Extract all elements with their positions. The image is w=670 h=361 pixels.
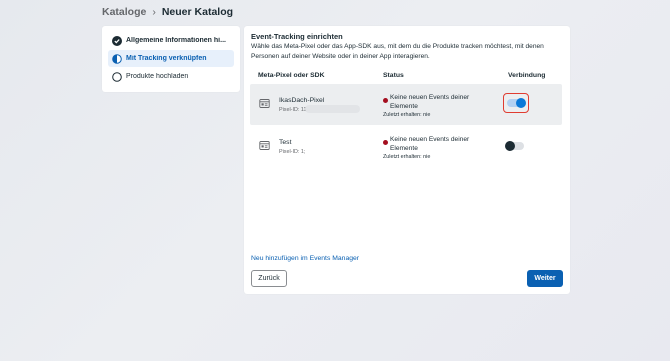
redacted-pixel-id: [305, 105, 360, 113]
column-header-status: Status: [383, 72, 404, 79]
table-row[interactable]: IkasDach-Pixel Pixel-ID: 11 Keine neuen …: [250, 84, 562, 125]
pixel-icon: [259, 141, 270, 150]
last-received: Zuletzt erhalten: nie: [383, 154, 431, 160]
steps-sidebar: Allgemeine Informationen hi... Mit Track…: [102, 26, 240, 92]
connection-toggle[interactable]: [505, 141, 524, 151]
back-button[interactable]: Zurück: [251, 270, 287, 287]
pixel-id: Pixel-ID: 1;: [279, 149, 306, 155]
half-circle-icon: [112, 53, 122, 64]
step-label: Mit Tracking verknüpfen: [126, 55, 207, 62]
pixel-icon: [259, 99, 270, 108]
add-in-events-manager-link[interactable]: Neu hinzufügen im Events Manager: [251, 255, 359, 262]
status-error-dot: [383, 140, 388, 145]
pixel-name: IkasDach-Pixel: [279, 97, 325, 104]
pixel-name: Test: [279, 139, 292, 146]
step-general-info[interactable]: Allgemeine Informationen hi...: [108, 32, 234, 49]
connection-toggle[interactable]: [507, 98, 526, 108]
page-title: Neuer Katalog: [161, 6, 234, 18]
column-header-name: Meta-Pixel oder SDK: [258, 72, 325, 79]
pixel-id: Pixel-ID: 11: [279, 107, 307, 113]
step-label: Produkte hochladen: [126, 73, 189, 80]
panel-description: Wähle das Meta-Pixel oder das App-SDK au…: [251, 43, 544, 60]
tracking-panel: Event-Tracking einrichten Wähle das Meta…: [244, 26, 570, 294]
breadcrumb-kataloge[interactable]: Kataloge: [102, 6, 146, 18]
empty-circle-icon: [112, 71, 122, 82]
step-tracking[interactable]: Mit Tracking verknüpfen: [108, 50, 234, 67]
table-row[interactable]: Test Pixel-ID: 1; Keine neuen Events dei…: [250, 126, 562, 167]
toggle-knob: [505, 141, 515, 151]
breadcrumb-separator: ›: [152, 6, 156, 18]
status-error-dot: [383, 98, 388, 103]
column-header-connection: Verbindung: [508, 72, 546, 79]
status-text: Keine neuen Events deiner Elemente: [390, 94, 470, 110]
status-text: Keine neuen Events deiner Elemente: [390, 136, 470, 152]
next-button[interactable]: Weiter: [527, 270, 563, 287]
breadcrumb: Kataloge › Neuer Katalog: [102, 6, 233, 18]
toggle-knob: [516, 98, 526, 108]
panel-title: Event-Tracking einrichten: [251, 32, 343, 41]
check-circle-icon: [112, 35, 122, 46]
step-label: Allgemeine Informationen hi...: [126, 37, 226, 44]
step-upload-products[interactable]: Produkte hochladen: [108, 68, 234, 85]
last-received: Zuletzt erhalten: nie: [383, 112, 431, 118]
